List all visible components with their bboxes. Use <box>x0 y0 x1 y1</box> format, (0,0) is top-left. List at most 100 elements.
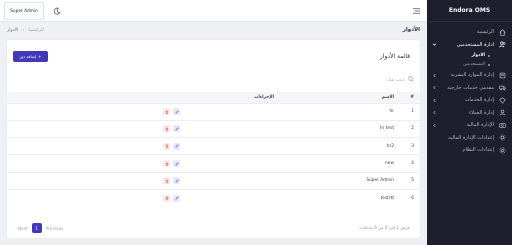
pencil-icon <box>174 179 179 183</box>
delete-button[interactable] <box>163 194 170 202</box>
sidebar-subitem-roles[interactable]: الادوار <box>427 51 512 60</box>
table-footer: عرض 1 إلى 6 من 6 مدخلات Next 1 Previous <box>7 223 420 233</box>
sidebar-item-label: ادارة المستخدمين <box>456 41 494 48</box>
edit-button[interactable] <box>173 177 180 185</box>
sidebar-item-users[interactable]: ادارة المستخدمين <box>427 39 512 52</box>
chevron-left-icon <box>432 73 437 78</box>
sidebar-item-label: إعدادات النظام <box>462 147 494 154</box>
search-placeholder: ابحث هنا... <box>384 76 404 82</box>
search-input[interactable]: ابحث هنا... <box>334 74 414 84</box>
header-actions: الإجراءات <box>254 94 274 100</box>
trash-icon <box>165 144 168 149</box>
pencil-icon <box>174 144 179 148</box>
pencil-icon <box>174 109 179 114</box>
row-actions <box>7 137 280 155</box>
breadcrumb-current: الأدوار <box>7 27 19 33</box>
row-name: hr2 <box>280 137 400 155</box>
sidebar-item-clients[interactable]: إدارة العملاء <box>427 107 512 120</box>
page-button[interactable]: 1 <box>31 223 42 233</box>
sidebar-item-hr[interactable]: إدارة الموارد البشرية <box>427 69 512 82</box>
clients-icon <box>499 109 506 116</box>
row-num: 5 <box>400 171 420 190</box>
sidebar-item-system-settings[interactable]: إعدادات النظام <box>427 144 512 157</box>
breadcrumb-home[interactable]: الرئيسية <box>28 28 44 33</box>
menu-toggle[interactable] <box>411 6 421 16</box>
delete-button[interactable] <box>163 160 170 168</box>
row-num: 1 <box>400 102 420 121</box>
page-header: الأدوار الرئيسية ‹ الأدوار <box>0 22 427 38</box>
row-num: 6 <box>400 188 420 207</box>
edit-button[interactable] <box>173 125 180 133</box>
page-title: الأدوار <box>402 27 420 33</box>
hamburger-icon <box>412 8 420 14</box>
bullet-icon <box>488 54 490 57</box>
row-actions <box>7 119 280 138</box>
delete-button[interactable] <box>163 142 170 150</box>
sidebar-item-label: إدارة العملاء <box>468 109 494 116</box>
sidebar-item-external-providers[interactable]: مقدمي خدمات خارجية <box>427 82 512 95</box>
showing-entries: عرض 1 إلى 6 من 6 مدخلات <box>359 225 410 230</box>
chevron-left-icon <box>432 110 437 115</box>
brand-logo[interactable]: Endora OMS <box>427 0 512 22</box>
add-role-button[interactable]: + إضافة دور <box>13 51 48 62</box>
finance-settings-icon <box>499 134 506 141</box>
sidebar-item-label: إدارة الخدمات <box>464 97 494 104</box>
row-name: testrtt <box>280 188 400 207</box>
delete-button[interactable] <box>163 177 170 185</box>
row-name: hr test <box>280 119 400 138</box>
sidebar-subitem-label: المستخدمين <box>462 62 485 67</box>
chevron-left-icon <box>432 123 437 128</box>
next-button[interactable]: Next <box>18 226 28 231</box>
header-name: الاسم <box>381 94 394 100</box>
edit-button[interactable] <box>173 194 180 202</box>
roles-card: قائمة الأدوار + إضافة دور ابحث هنا... # … <box>7 40 420 238</box>
card-title: قائمة الأدوار <box>379 53 410 60</box>
row-name: new <box>280 154 400 173</box>
trash-icon <box>165 161 168 166</box>
table-header-row: # الاسم الإجراءات <box>7 92 420 103</box>
row-actions <box>7 171 280 190</box>
sidebar-item-label: الرئيسية <box>476 29 494 36</box>
header-num: # <box>410 94 414 100</box>
pagination: Next 1 Previous <box>18 223 63 233</box>
moon-icon <box>53 7 61 15</box>
row-actions <box>7 154 280 173</box>
theme-toggle[interactable] <box>52 6 62 16</box>
trash-icon <box>165 196 168 201</box>
sidebar-item-finance-settings[interactable]: إعدادات الإدارة المالية <box>427 132 512 145</box>
previous-button[interactable]: Previous <box>46 226 64 231</box>
pencil-icon <box>174 196 179 200</box>
breadcrumb-separator: ‹ <box>22 27 25 33</box>
sidebar-subitem-users[interactable]: المستخدمين <box>427 60 512 69</box>
truck-icon <box>499 84 506 91</box>
search-icon <box>407 76 414 83</box>
row-num: 3 <box>400 137 420 155</box>
table-row: 2 hr test <box>7 119 420 138</box>
delete-button[interactable] <box>163 125 170 133</box>
sidebar-item-home[interactable]: الرئيسية <box>427 26 512 39</box>
table-row: 3 hr2 <box>7 137 420 155</box>
row-num: 2 <box>400 119 420 138</box>
top-header: Super Admin <box>0 0 427 22</box>
edit-button[interactable] <box>173 160 180 168</box>
trash-icon <box>165 110 168 114</box>
sidebar-item-finance[interactable]: الإدارة المالية <box>427 119 512 132</box>
trash-icon <box>165 179 168 183</box>
user-menu[interactable]: Super Admin <box>4 2 44 20</box>
row-actions <box>7 102 280 121</box>
row-actions <box>7 188 280 207</box>
hr-icon <box>499 72 506 79</box>
breadcrumb: الرئيسية ‹ الأدوار <box>7 28 44 33</box>
table-row: 4 new <box>7 154 420 173</box>
sidebar-item-services[interactable]: إدارة الخدمات <box>427 94 512 107</box>
trash-icon <box>165 127 168 131</box>
edit-button[interactable] <box>173 142 180 150</box>
edit-button[interactable] <box>173 108 180 116</box>
row-num: 4 <box>400 154 420 173</box>
table-row: 5 Super Admin <box>7 171 420 190</box>
plus-icon: + <box>38 54 42 59</box>
delete-button[interactable] <box>163 108 170 116</box>
pencil-icon <box>174 127 179 131</box>
home-icon <box>499 28 506 36</box>
finance-icon <box>499 122 506 129</box>
